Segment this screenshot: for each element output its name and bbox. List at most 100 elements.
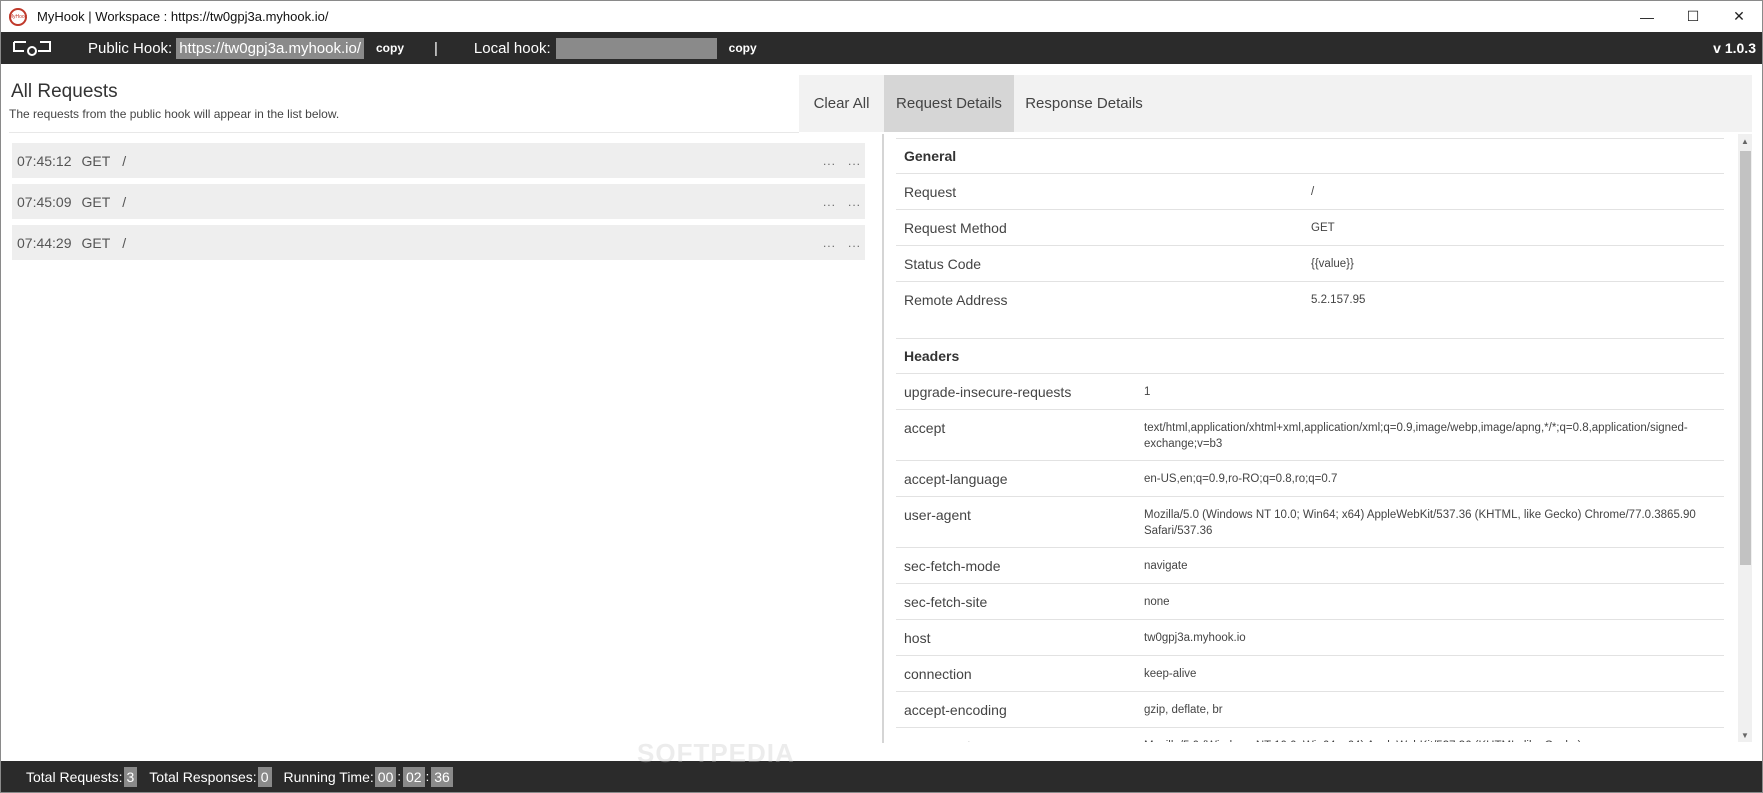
request-time: 07:45:09	[17, 193, 72, 210]
header-row: host tw0gpj3a.myhook.io	[896, 620, 1724, 656]
window-title: MyHook | Workspace : https://tw0gpj3a.my…	[37, 9, 329, 24]
detail-value: GET	[1311, 222, 1335, 234]
tab-response-details[interactable]: Response Details	[1014, 75, 1154, 132]
running-time-seconds: 36	[431, 766, 453, 787]
header-key: user-agent	[896, 728, 1144, 742]
toolbar-separator: |	[434, 39, 438, 57]
request-dots-2: ...	[847, 153, 861, 168]
panel-splitter[interactable]	[882, 134, 884, 743]
header-value: Mozilla/5.0 (Windows NT 10.0; Win64; x64…	[1144, 509, 1696, 537]
clear-all-button[interactable]: Clear All	[799, 75, 884, 132]
local-hook-input[interactable]	[555, 37, 717, 59]
header-key: user-agent	[904, 507, 971, 523]
window-controls: — ☐ ✕	[1624, 1, 1762, 32]
header-row: user-agent Mozilla/5.0 (Windows NT 10.0; …	[896, 497, 1724, 548]
scroll-down-icon[interactable]: ▼	[1738, 728, 1752, 742]
public-hook-url[interactable]: https://tw0gpj3a.myhook.io/	[176, 37, 364, 59]
detail-row: Request /	[896, 174, 1724, 210]
running-time-minutes: 02	[402, 766, 425, 787]
detail-value: {{value}}	[1311, 258, 1354, 270]
app-window: MyHook MyHook | Workspace : https://tw0g…	[0, 0, 1763, 793]
header-value: navigate	[1144, 560, 1188, 572]
request-dots-1: ...	[822, 194, 836, 209]
header-value: en-US,en;q=0.9,ro-RO;q=0.8,ro;q=0.7	[1144, 473, 1338, 485]
public-hook-label: Public Hook:	[88, 39, 173, 57]
request-details-panel: General Request / Request Method GET Statu…	[896, 138, 1724, 742]
header-value: tw0gpj3a.myhook.io	[1144, 632, 1246, 644]
running-time-label: Running Time:	[283, 768, 374, 785]
requests-panel: All Requests The requests from the publi…	[1, 64, 881, 760]
request-row[interactable]: 07:45:09 GET / ......	[12, 184, 865, 219]
request-dots-1: ...	[822, 235, 836, 250]
total-responses-label: Total Responses:	[149, 768, 257, 785]
header-value: none	[1144, 596, 1170, 608]
header-row: connection keep-alive	[896, 656, 1724, 692]
detail-row: Remote Address 5.2.157.95	[896, 282, 1724, 318]
hook-logo-icon	[12, 39, 52, 57]
request-path: /	[122, 234, 127, 251]
local-hook-label: Local hook:	[473, 39, 551, 57]
header-key: accept	[904, 420, 946, 436]
minimize-icon: —	[1640, 8, 1654, 25]
request-path: /	[122, 152, 127, 169]
maximize-button[interactable]: ☐	[1670, 1, 1716, 32]
total-responses-count: 0	[257, 766, 272, 787]
close-icon: ✕	[1733, 8, 1745, 24]
running-time-hours: 00	[374, 766, 397, 787]
requests-title: All Requests	[11, 81, 118, 102]
headers-section-title: Headers	[896, 338, 1724, 374]
header-value: gzip, deflate, br	[1144, 704, 1223, 716]
watermark: SOFTPEDIA	[637, 738, 795, 768]
details-scrollbar[interactable]: ▲ ▼	[1738, 134, 1752, 742]
request-path: /	[122, 193, 127, 210]
request-time: 07:45:12	[17, 152, 72, 169]
toolbar: Public Hook: https://tw0gpj3a.myhook.io/…	[1, 32, 1762, 64]
request-method: GET	[81, 193, 111, 210]
request-method: GET	[81, 234, 111, 251]
scrollbar-thumb[interactable]	[1740, 151, 1751, 565]
detail-value: /	[1311, 186, 1315, 198]
app-logo-icon: MyHook	[8, 7, 28, 26]
header-key: accept-language	[904, 471, 1008, 487]
header-row: upgrade-insecure-requests 1	[896, 374, 1724, 410]
header-row: user-agentMozilla/5.0 (Windows NT 10.0; …	[896, 728, 1724, 742]
header-key: connection	[904, 666, 972, 682]
header-row: sec-fetch-site none	[896, 584, 1724, 620]
tab-request-details[interactable]: Request Details	[884, 75, 1014, 132]
app-logo-text: MyHook	[8, 13, 28, 20]
header-value: Mozilla/5.0 (Windows NT 10.0; Win64; x64…	[1144, 728, 1722, 742]
request-dots-2: ...	[847, 235, 861, 250]
copy-local-hook-button[interactable]: copy	[729, 41, 757, 55]
scroll-up-icon[interactable]: ▲	[1738, 134, 1752, 148]
detail-key: Request Method	[904, 220, 1007, 236]
maximize-icon: ☐	[1686, 8, 1700, 24]
title-bar: MyHook MyHook | Workspace : https://tw0g…	[1, 1, 1762, 32]
total-requests-label: Total Requests:	[26, 768, 123, 785]
request-status-dots: ......	[811, 236, 861, 250]
detail-value: 5.2.157.95	[1311, 294, 1366, 306]
header-key: host	[904, 630, 931, 646]
request-row[interactable]: 07:45:12 GET / ......	[12, 143, 865, 178]
header-key: upgrade-insecure-requests	[904, 384, 1072, 400]
detail-row: Request Method GET	[896, 210, 1724, 246]
app-version: v 1.0.3	[1713, 40, 1756, 56]
requests-subtitle: The requests from the public hook will a…	[9, 107, 340, 121]
header-value: text/html,application/xhtml+xml,applicat…	[1144, 422, 1688, 450]
header-value: 1	[1144, 386, 1151, 398]
status-bar: Total Requests: 3 Total Responses: 0 Run…	[1, 761, 1762, 792]
request-time: 07:44:29	[17, 234, 72, 251]
time-separator: :	[425, 769, 430, 784]
header-key: sec-fetch-mode	[904, 558, 1001, 574]
detail-key: Remote Address	[904, 292, 1008, 308]
minimize-button[interactable]: —	[1624, 1, 1670, 32]
requests-list: 07:45:12 GET / ...... 07:45:09 GET / ...…	[12, 143, 865, 266]
header-row: accept-encoding gzip, deflate, br	[896, 692, 1724, 728]
copy-public-hook-button[interactable]: copy	[376, 41, 404, 55]
close-button[interactable]: ✕	[1716, 1, 1762, 32]
requests-divider	[9, 132, 799, 133]
header-row: sec-fetch-mode navigate	[896, 548, 1724, 584]
request-status-dots: ......	[811, 195, 861, 209]
detail-row: Status Code {{value}}	[896, 246, 1724, 282]
request-row[interactable]: 07:44:29 GET / ......	[12, 225, 865, 260]
